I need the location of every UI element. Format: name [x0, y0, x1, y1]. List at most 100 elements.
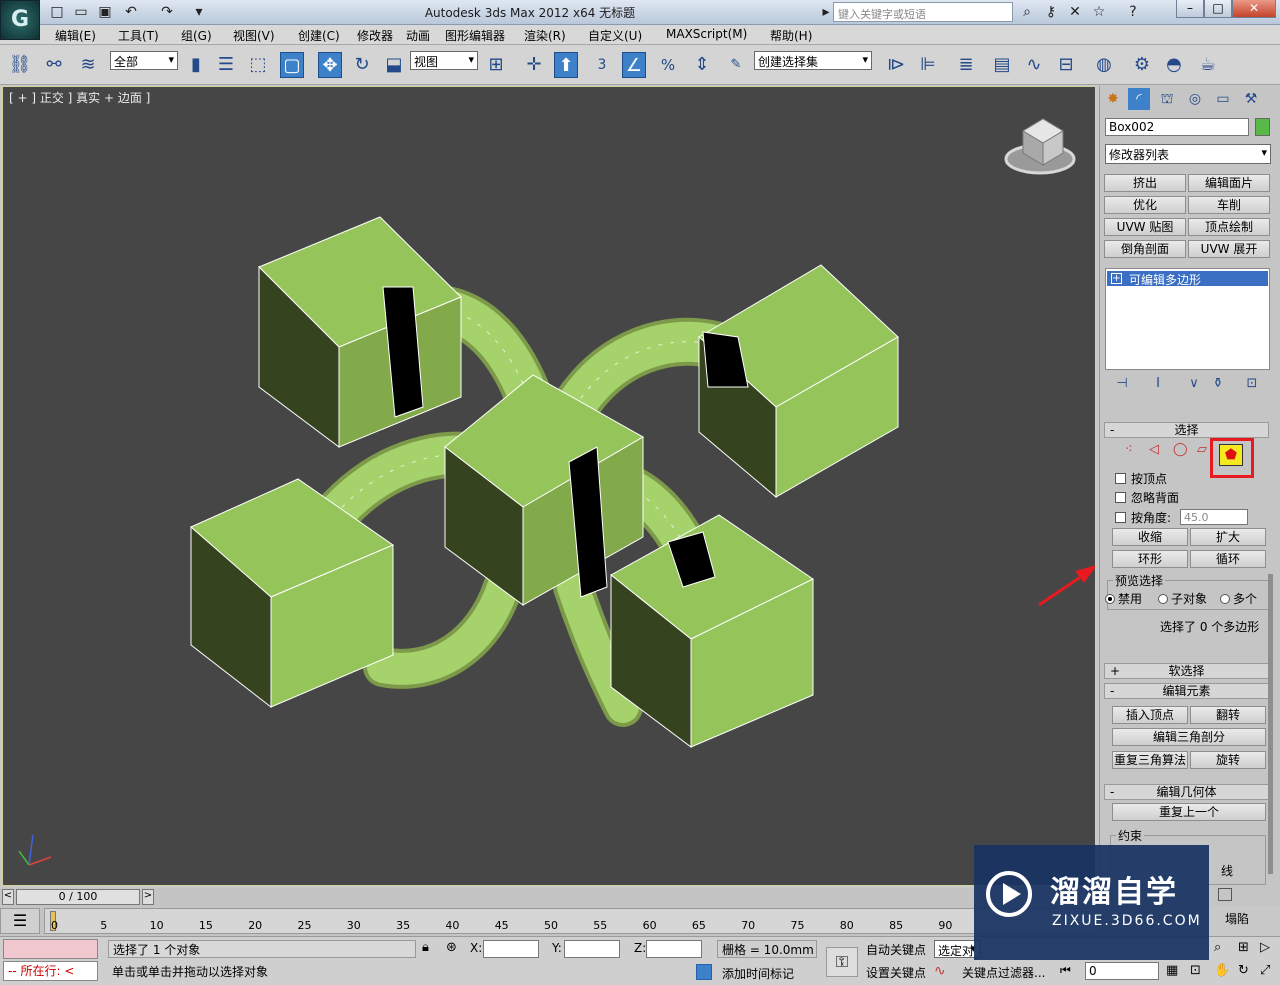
- schematic-view-icon[interactable]: ⊟: [1054, 52, 1078, 78]
- align-icon[interactable]: ⊫: [916, 52, 940, 78]
- unlink-icon[interactable]: ⚯: [42, 52, 66, 78]
- retriangulate-button[interactable]: 重复三角算法: [1112, 751, 1188, 769]
- rectangle-selection-icon[interactable]: ⬚: [246, 52, 270, 78]
- border-level-icon[interactable]: ◯: [1173, 442, 1193, 457]
- angle-spinner[interactable]: 45.0: [1180, 509, 1248, 525]
- x-coordinate-field[interactable]: [483, 940, 539, 958]
- set-key-button[interactable]: 设置关键点: [866, 964, 926, 981]
- current-frame-field[interactable]: 0: [1085, 962, 1159, 980]
- shrink-button[interactable]: 收缩: [1112, 528, 1188, 546]
- selection-filter-dropdown[interactable]: 全部: [110, 51, 178, 70]
- add-time-tag[interactable]: 添加时间标记: [722, 965, 794, 982]
- menu-customize[interactable]: 自定义(U): [588, 27, 642, 44]
- hierarchy-tab-icon[interactable]: ⛫: [1156, 88, 1178, 110]
- edit-patch-button[interactable]: 编辑面片: [1188, 174, 1270, 192]
- menu-create[interactable]: 创建(C): [298, 27, 340, 44]
- spinner-snap-icon[interactable]: ⇕: [690, 52, 714, 78]
- menu-maxscript[interactable]: MAXScript(M): [666, 27, 747, 41]
- snaps-toggle-icon[interactable]: 3: [590, 52, 614, 78]
- menu-tools[interactable]: 工具(T): [118, 27, 159, 44]
- modify-tab-icon[interactable]: ◜: [1128, 88, 1150, 110]
- vertex-level-icon[interactable]: ⁖: [1125, 442, 1145, 457]
- pivot-center-icon[interactable]: ⊞: [484, 52, 508, 78]
- minimize-button[interactable]: –: [1176, 0, 1204, 18]
- percent-snap-icon[interactable]: %: [656, 52, 680, 78]
- goto-start-icon[interactable]: ⏮: [1060, 963, 1071, 978]
- vertex-paint-button[interactable]: 顶点绘制: [1188, 218, 1270, 236]
- angle-snap-icon[interactable]: ∠: [622, 52, 646, 78]
- open-file-icon[interactable]: ▭: [70, 2, 92, 22]
- zoom-extents-icon[interactable]: ⊡: [1190, 963, 1201, 978]
- by-vertex-checkbox[interactable]: 按顶点: [1115, 470, 1167, 487]
- edge-level-icon[interactable]: ◁: [1149, 442, 1169, 457]
- time-slider[interactable]: 0 / 100: [16, 889, 140, 905]
- select-by-name-icon[interactable]: ☰: [214, 52, 238, 78]
- maxscript-listener-mini[interactable]: [3, 939, 98, 959]
- display-tab-icon[interactable]: ▭: [1212, 88, 1234, 110]
- where-line-field[interactable]: -- 所在行: <: [3, 961, 98, 981]
- menu-help[interactable]: 帮助(H): [770, 27, 812, 44]
- edit-triangulation-button[interactable]: 编辑三角剖分: [1112, 728, 1266, 746]
- expand-plus-icon[interactable]: +: [1111, 273, 1122, 284]
- edit-named-selection-icon[interactable]: ✎: [724, 52, 748, 78]
- by-angle-checkbox[interactable]: 按角度:: [1115, 509, 1171, 526]
- flip-button[interactable]: 翻转: [1190, 706, 1266, 724]
- menu-group[interactable]: 组(G): [181, 27, 212, 44]
- soft-selection-rollout-header[interactable]: + 软选择: [1104, 663, 1269, 679]
- object-name-field[interactable]: Box002: [1105, 118, 1249, 136]
- object-color-swatch[interactable]: [1255, 118, 1270, 136]
- motion-tab-icon[interactable]: ◎: [1184, 88, 1206, 110]
- help-icon[interactable]: ?: [1122, 2, 1144, 22]
- stack-item-editable-poly[interactable]: 可编辑多边形: [1107, 271, 1268, 287]
- perspective-viewport[interactable]: [ + ] 正交 ] 真实 + 边面 ]: [2, 86, 1096, 886]
- layer-manager-icon[interactable]: ≣: [954, 52, 978, 78]
- zoom-icon[interactable]: ⌕: [1214, 940, 1221, 955]
- pan-view-icon[interactable]: ✋: [1214, 963, 1230, 978]
- search-expand-icon[interactable]: ▸: [820, 2, 832, 22]
- time-tag-icon[interactable]: [696, 964, 712, 980]
- mirror-icon[interactable]: ⧐: [884, 52, 908, 78]
- settings-box-icon[interactable]: [1218, 888, 1232, 901]
- collapse-label[interactable]: 塌陷: [1225, 910, 1249, 927]
- y-coordinate-field[interactable]: [564, 940, 620, 958]
- zoom-all-icon[interactable]: ⊞: [1238, 940, 1249, 955]
- close-button[interactable]: ✕: [1232, 0, 1276, 18]
- uvw-unwrap-button[interactable]: UVW 展开: [1188, 240, 1270, 258]
- link-icon[interactable]: ⛓: [8, 52, 32, 78]
- menu-views[interactable]: 视图(V): [233, 27, 275, 44]
- maximize-button[interactable]: □: [1204, 0, 1232, 18]
- render-setup-icon[interactable]: ⚙: [1130, 52, 1154, 78]
- edit-geometry-rollout-header[interactable]: - 编辑几何体: [1104, 784, 1269, 800]
- quick-access-dropdown-icon[interactable]: ▾: [188, 2, 210, 22]
- preview-subobject-radio[interactable]: 子对象: [1158, 590, 1207, 607]
- app-logo-icon[interactable]: G: [0, 0, 40, 40]
- selection-lock-icon[interactable]: 🔒︎: [422, 940, 429, 955]
- loop-button[interactable]: 循环: [1190, 550, 1266, 568]
- panel-scrollbar[interactable]: [1268, 574, 1273, 874]
- lathe-button[interactable]: 车削: [1188, 196, 1270, 214]
- time-config-icon[interactable]: ▦: [1166, 963, 1178, 978]
- absolute-mode-icon[interactable]: ⊛: [446, 940, 457, 955]
- graphite-ribbon-icon[interactable]: ▤: [990, 52, 1014, 78]
- menu-edit[interactable]: 编辑(E): [55, 27, 96, 44]
- grow-button[interactable]: 扩大: [1190, 528, 1266, 546]
- rendered-frame-window-icon[interactable]: ◓: [1162, 52, 1186, 78]
- communication-center-icon[interactable]: ✕: [1064, 2, 1086, 22]
- rotate-icon[interactable]: ↻: [350, 52, 374, 78]
- keyboard-shortcut-override-icon[interactable]: ⬆: [554, 52, 578, 78]
- move-icon[interactable]: ✥: [318, 52, 342, 78]
- reference-coordinate-dropdown[interactable]: 视图: [410, 51, 478, 70]
- repeat-last-button[interactable]: 重复上一个: [1112, 803, 1266, 821]
- key-filters-button[interactable]: 关键点过滤器...: [962, 964, 1045, 981]
- subscription-key-icon[interactable]: ⚷: [1040, 2, 1062, 22]
- menu-rendering[interactable]: 渲染(R): [524, 27, 566, 44]
- field-of-view-icon[interactable]: ▷: [1260, 940, 1270, 955]
- track-bar[interactable]: 0 5 10 15 20 25 30 35 40 45 50 55 60 65 70 75 80 85 90: [44, 908, 1098, 934]
- ring-button[interactable]: 环形: [1112, 550, 1188, 568]
- ignore-backfacing-checkbox[interactable]: 忽略背面: [1115, 489, 1179, 506]
- insert-vertex-button[interactable]: 插入顶点: [1112, 706, 1188, 724]
- optimize-button[interactable]: 优化: [1104, 196, 1186, 214]
- make-unique-icon[interactable]: ∨: [1184, 374, 1204, 394]
- modifier-list-dropdown[interactable]: 修改器列表: [1105, 144, 1271, 164]
- element-level-icon[interactable]: ⬟: [1219, 444, 1243, 466]
